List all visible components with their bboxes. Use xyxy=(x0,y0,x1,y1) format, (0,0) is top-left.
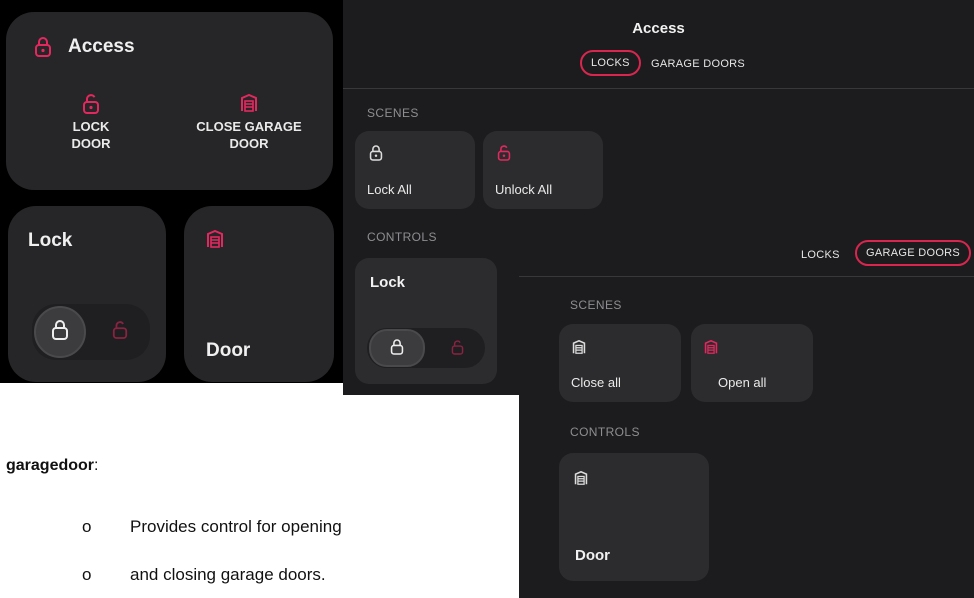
garage-icon xyxy=(184,93,314,118)
lock-toggle-knob[interactable] xyxy=(369,329,425,367)
scenes-header: SCENES xyxy=(367,106,419,120)
tab-locks[interactable]: LOCKS xyxy=(580,50,641,76)
scene-open-all[interactable]: Open all xyxy=(691,324,813,402)
control-title: Door xyxy=(575,547,610,564)
access-garage-doors-view: LOCKS GARAGE DOORS SCENES Close all Open… xyxy=(519,236,974,598)
door-card-title: Door xyxy=(206,340,251,361)
tab-garage-doors[interactable]: GARAGE DOORS xyxy=(651,58,745,70)
action-label: DOOR xyxy=(229,136,269,151)
controls-header: CONTROLS xyxy=(367,230,437,244)
controls-header: CONTROLS xyxy=(570,425,640,439)
control-title: Lock xyxy=(370,274,406,291)
doc-bullet-text: Provides control for opening xyxy=(130,517,342,536)
scene-close-all[interactable]: Close all xyxy=(559,324,681,402)
action-label: LOCK xyxy=(72,119,110,134)
divider xyxy=(343,88,974,89)
lock-icon xyxy=(369,145,383,166)
divider xyxy=(519,276,974,277)
card-title: Access xyxy=(68,36,135,57)
door-control-card[interactable]: Door xyxy=(559,453,709,581)
lock-icon xyxy=(34,37,52,62)
lock-open-icon xyxy=(451,340,464,360)
tab-locks[interactable]: LOCKS xyxy=(801,249,840,261)
scene-unlock-all[interactable]: Unlock All xyxy=(483,131,603,209)
doc-term-line: garagedoor: xyxy=(6,457,99,474)
garage-icon xyxy=(572,339,586,359)
lock-control-card[interactable]: Lock xyxy=(355,258,497,384)
garage-icon xyxy=(574,470,588,490)
lock-icon xyxy=(390,339,404,360)
lock-card-title: Lock xyxy=(28,230,73,251)
lock-open-icon xyxy=(497,145,511,166)
scene-label: Unlock All xyxy=(495,182,553,197)
close-garage-door-action[interactable]: CLOSE GARAGE DOOR xyxy=(184,93,314,152)
tab-garage-doors[interactable]: GARAGE DOORS xyxy=(855,240,972,266)
scenes-header: SCENES xyxy=(570,298,622,312)
lock-toggle[interactable] xyxy=(32,304,150,360)
access-widget-preview: Access LOCK DOOR CLOSE GARAGE DOOR Lock xyxy=(0,0,343,383)
lock-toggle-knob[interactable] xyxy=(34,306,86,358)
doc-bullet-text: and closing garage doors. xyxy=(130,565,326,584)
scene-label: Open all xyxy=(718,375,767,390)
access-summary-card: Access LOCK DOOR CLOSE GARAGE DOOR xyxy=(6,12,333,190)
lock-open-icon xyxy=(56,94,126,118)
lock-door-action[interactable]: LOCK DOOR xyxy=(56,94,126,152)
scene-lock-all[interactable]: Lock All xyxy=(355,131,475,209)
view-title: Access xyxy=(632,20,685,37)
scene-label: Close all xyxy=(571,375,621,390)
scene-label: Lock All xyxy=(367,182,412,197)
door-card[interactable]: Door xyxy=(184,206,334,382)
garage-icon xyxy=(206,229,224,253)
lock-toggle[interactable] xyxy=(367,328,485,368)
lock-card[interactable]: Lock xyxy=(8,206,166,382)
lock-icon xyxy=(51,320,69,345)
lock-open-icon xyxy=(112,321,128,344)
doc-term: garagedoor xyxy=(6,457,95,474)
action-label: CLOSE GARAGE xyxy=(196,119,302,134)
garage-icon xyxy=(704,339,718,359)
action-label: DOOR xyxy=(71,136,111,151)
